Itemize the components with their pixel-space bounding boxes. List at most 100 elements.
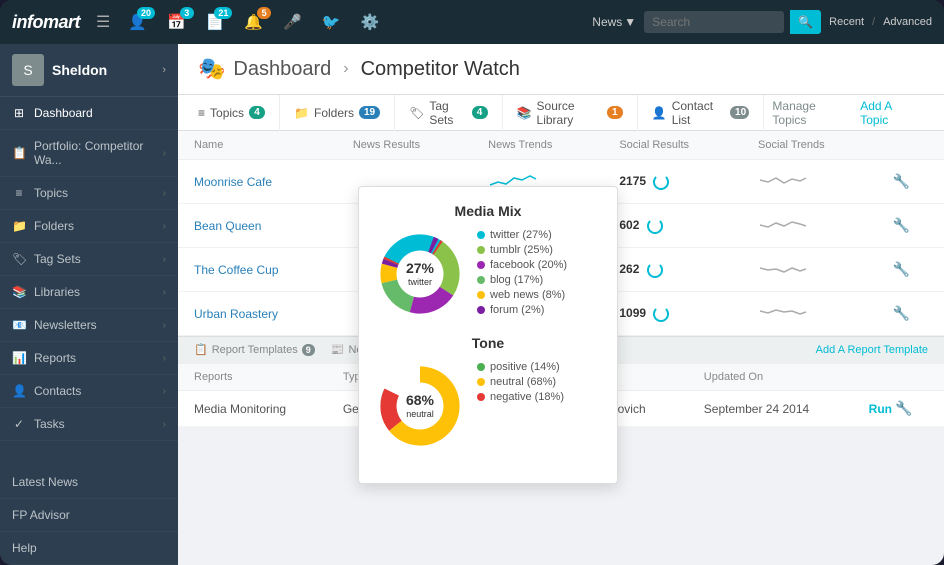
sidebar-item-latestnews[interactable]: Latest News	[0, 466, 178, 499]
row-settings[interactable]: 🔧	[877, 248, 944, 292]
search-input[interactable]	[644, 11, 784, 33]
sidebar-item-tagsets[interactable]: 🏷 Tag Sets ›	[0, 243, 178, 276]
folders-icon: 📁	[12, 219, 26, 233]
settings-icon[interactable]: 🔧	[893, 261, 910, 277]
sidebar-item-folders[interactable]: 📁 Folders ›	[0, 210, 178, 243]
sidebar-item-tasks[interactable]: ✓ Tasks ›	[0, 408, 178, 441]
people-badge: 20	[137, 7, 155, 19]
report-updatedon: September 24 2014	[688, 391, 853, 427]
nav-twitter[interactable]: 🐦	[316, 11, 347, 33]
legend-item: blog (17%)	[477, 274, 567, 286]
news-icon: 📰	[331, 343, 345, 356]
advanced-link[interactable]: Advanced	[883, 16, 932, 28]
row-settings[interactable]: 🔧	[877, 204, 944, 248]
row-name[interactable]: Urban Roastery	[178, 292, 337, 336]
sidebar-item-newsletters[interactable]: 📧 Newsletters ›	[0, 309, 178, 342]
tab-sourcelibrary[interactable]: 📚 Source Library 1	[503, 95, 638, 131]
sidebar-item-libraries[interactable]: 📚 Libraries ›	[0, 276, 178, 309]
nav-mic[interactable]: 🎤	[277, 11, 308, 33]
recent-link[interactable]: Recent	[829, 16, 864, 28]
logo: infomart	[12, 12, 80, 33]
legend-item: web news (8%)	[477, 289, 567, 301]
reports-chevron-icon: ›	[163, 353, 166, 364]
add-report-template-link[interactable]: Add A Report Template	[816, 344, 928, 356]
manage-topics-action[interactable]: Manage Topics	[764, 99, 852, 127]
page-icon: 🎭	[198, 56, 225, 82]
sidebar-item-reports[interactable]: 📊 Reports ›	[0, 342, 178, 375]
mic-icon: 🎤	[283, 13, 302, 31]
calendar-badge: 3	[180, 7, 194, 19]
chevron-down-icon: ▼	[624, 15, 636, 29]
sidebar-item-label: Latest News	[12, 475, 166, 489]
sidebar-item-topics[interactable]: ≡ Topics ›	[0, 177, 178, 210]
legend-dot	[477, 363, 485, 371]
page-title: Dashboard	[233, 58, 331, 81]
sidebar-item-help[interactable]: Help	[0, 532, 178, 565]
tagsets-count: 4	[472, 106, 488, 119]
twitter-icon: 🐦	[322, 13, 341, 31]
tab-folders[interactable]: 📁 Folders 19	[280, 95, 395, 131]
contacts-icon: 👤	[12, 384, 26, 398]
legend-item: facebook (20%)	[477, 259, 567, 271]
top-nav: infomart ☰ 👤 20 📅 3 📄 21 🔔 5 🎤 🐦 ⚙️	[0, 0, 944, 44]
search-button[interactable]: 🔍	[790, 10, 821, 34]
newsletters-icon: 📧	[12, 318, 26, 332]
sidebar-item-label: Help	[12, 541, 166, 555]
nav-document[interactable]: 📄 21	[200, 11, 231, 33]
row-settings[interactable]: 🔧	[877, 292, 944, 336]
tone-title: Tone	[375, 335, 601, 351]
tab-topics[interactable]: ≡ Topics 4	[198, 95, 280, 131]
nav-bell[interactable]: 🔔 5	[238, 11, 269, 33]
report-name: Media Monitoring	[178, 391, 327, 427]
sidebar-item-label: Tasks	[34, 417, 163, 431]
tab-tagsets[interactable]: 🏷 Tag Sets 4	[395, 95, 502, 131]
portfolio-icon: 📋	[12, 146, 26, 160]
tasks-icon: ✓	[12, 417, 26, 431]
media-mix-legend: twitter (27%) tumblr (25%) facebook (20%…	[477, 229, 567, 319]
dashboard-icon: ⊞	[12, 106, 26, 120]
hamburger-icon[interactable]: ☰	[96, 12, 110, 32]
tasks-chevron-icon: ›	[163, 419, 166, 430]
settings-icon[interactable]: 🔧	[893, 217, 910, 233]
report-settings-icon[interactable]: 🔧	[895, 400, 912, 416]
sidebar-item-label: Contacts	[34, 384, 163, 398]
legend-dot	[477, 261, 485, 269]
reports-col-updatedon: Updated On	[688, 364, 853, 391]
col-news-trends: News Trends	[472, 131, 603, 160]
sidebar-item-contacts[interactable]: 👤 Contacts ›	[0, 375, 178, 408]
sidebar-username: Sheldon	[52, 62, 162, 78]
row-name[interactable]: Bean Queen	[178, 204, 337, 248]
news-dropdown[interactable]: News ▼	[592, 15, 636, 29]
breadcrumb-arrow: ›	[343, 60, 348, 78]
add-topic-action[interactable]: Add A Topic	[852, 99, 924, 127]
col-actions	[877, 131, 944, 160]
row-name[interactable]: Moonrise Cafe	[178, 160, 337, 204]
report-templates-item[interactable]: 📋 Report Templates 9	[194, 343, 315, 356]
run-button[interactable]: Run	[869, 402, 892, 416]
legend-item: positive (14%)	[477, 361, 564, 373]
sidebar-user[interactable]: S Sheldon ›	[0, 44, 178, 97]
settings-icon[interactable]: 🔧	[893, 173, 910, 189]
row-name[interactable]: The Coffee Cup	[178, 248, 337, 292]
sidebar-item-portfolio[interactable]: 📋 Portfolio: Competitor Wa... ›	[0, 130, 178, 177]
report-templates-count: 9	[302, 344, 315, 356]
nav-calendar[interactable]: 📅 3	[161, 11, 192, 33]
nav-gear[interactable]: ⚙️	[354, 11, 385, 33]
avatar: S	[12, 54, 44, 86]
tab-contactlist[interactable]: 👤 Contact List 10	[638, 95, 765, 131]
nav-people[interactable]: 👤 20	[122, 11, 153, 33]
settings-icon[interactable]: 🔧	[893, 305, 910, 321]
row-social-trends	[742, 292, 877, 336]
sidebar-item-dashboard[interactable]: ⊞ Dashboard	[0, 97, 178, 130]
legend-item: negative (18%)	[477, 391, 564, 403]
legend-dot	[477, 306, 485, 314]
legend-item: twitter (27%)	[477, 229, 567, 241]
legend-item: neutral (68%)	[477, 376, 564, 388]
sidebar-item-fpadvisor[interactable]: FP Advisor	[0, 499, 178, 532]
sourcelibrary-count: 1	[607, 106, 623, 119]
tagsets-chevron-icon: ›	[163, 254, 166, 265]
popup-card: Media Mix	[358, 186, 618, 484]
folders-chevron-icon: ›	[163, 221, 166, 232]
row-settings[interactable]: 🔧	[877, 160, 944, 204]
row-social-results: 1099	[603, 292, 742, 336]
